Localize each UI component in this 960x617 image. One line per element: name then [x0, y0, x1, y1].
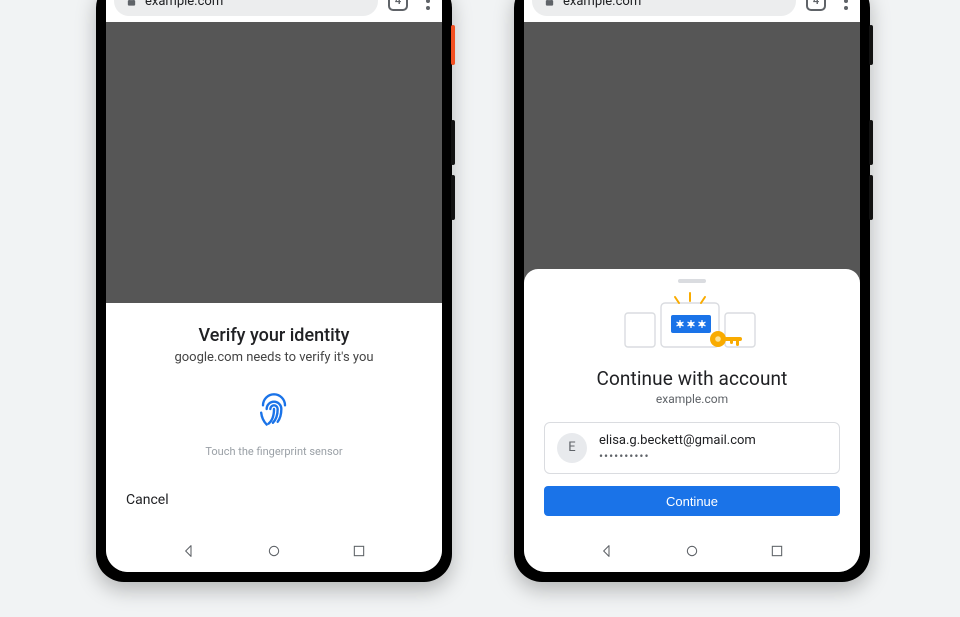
continue-button[interactable]: Continue [544, 486, 840, 516]
tab-switcher[interactable]: 4 [388, 0, 408, 11]
sheet-subtitle: example.com [544, 392, 840, 406]
url-text: example.com [563, 0, 641, 9]
url-text: example.com [145, 0, 223, 9]
fingerprint-icon [126, 387, 422, 435]
nav-back-icon[interactable] [599, 543, 615, 559]
cancel-button[interactable]: Cancel [126, 484, 422, 516]
account-password: •••••••••• [599, 449, 756, 463]
browser-omnibar: example.com 4 [524, 0, 860, 22]
tab-switcher[interactable]: 4 [806, 0, 826, 11]
sheet-hint: Touch the fingerprint sensor [126, 445, 422, 458]
fingerprint-sheet: Verify your identity google.com needs to… [106, 303, 442, 530]
sheet-title: Continue with account [544, 367, 840, 390]
hardware-volume-up [869, 120, 873, 165]
phone-device-left: example.com 4 Verify your identity googl… [96, 0, 452, 582]
lock-icon [544, 0, 555, 7]
sheet-title: Verify your identity [126, 325, 422, 346]
account-email: elisa.g.beckett@gmail.com [599, 433, 756, 449]
nav-recents-icon[interactable] [769, 543, 785, 559]
continue-sheet: Continue with account example.com E elis… [524, 269, 860, 530]
screen: example.com 4 Verify your identity googl… [106, 0, 442, 572]
android-navbar [106, 530, 442, 572]
drag-handle[interactable] [678, 279, 706, 283]
hardware-volume-down [451, 175, 455, 220]
browser-omnibar: example.com 4 [106, 0, 442, 22]
hardware-volume-up [451, 120, 455, 165]
phone-device-right: example.com 4 [514, 0, 870, 582]
overflow-menu-icon[interactable] [418, 0, 438, 10]
nav-home-icon[interactable] [266, 543, 282, 559]
password-hero-illustration [544, 291, 840, 357]
account-card[interactable]: E elisa.g.beckett@gmail.com •••••••••• [544, 422, 840, 474]
screen: example.com 4 [524, 0, 860, 572]
hardware-power-button [451, 25, 455, 65]
url-bar[interactable]: example.com [114, 0, 378, 16]
overflow-menu-icon[interactable] [836, 0, 856, 10]
hardware-volume-down [869, 175, 873, 220]
avatar: E [557, 433, 587, 463]
lock-icon [126, 0, 137, 7]
url-bar[interactable]: example.com [532, 0, 796, 16]
page-viewport: Continue with account example.com E elis… [524, 22, 860, 530]
nav-recents-icon[interactable] [351, 543, 367, 559]
nav-home-icon[interactable] [684, 543, 700, 559]
android-navbar [524, 530, 860, 572]
hardware-power-button [869, 25, 873, 65]
nav-back-icon[interactable] [181, 543, 197, 559]
sheet-subtitle: google.com needs to verify it's you [126, 350, 422, 365]
page-viewport: Verify your identity google.com needs to… [106, 22, 442, 530]
